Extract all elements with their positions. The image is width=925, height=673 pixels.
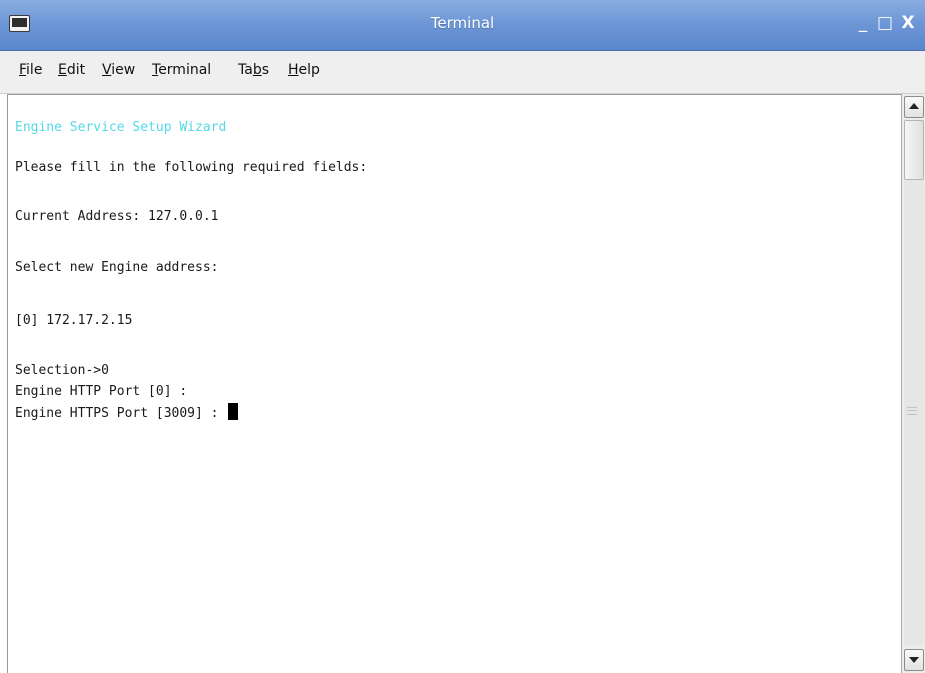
terminal-line-current-address: Current Address: 127.0.0.1 xyxy=(15,209,219,224)
terminal-line-instructions: Please fill in the following required fi… xyxy=(15,160,368,175)
menu-view[interactable]: View xyxy=(100,62,137,78)
terminal-line-https-port: Engine HTTPS Port [3009] : xyxy=(15,406,219,421)
maximize-button[interactable]: □ xyxy=(874,12,896,34)
scroll-up-button[interactable] xyxy=(904,96,924,118)
menu-edit-label: dit xyxy=(66,62,86,78)
menu-tabs-mnemonic: b xyxy=(252,62,262,78)
terminal-line-select-address: Select new Engine address: xyxy=(15,260,219,275)
menu-terminal-label: erminal xyxy=(158,62,212,78)
terminal-line-http-port: Engine HTTP Port [0] : xyxy=(15,384,188,399)
menu-edit[interactable]: Edit xyxy=(56,62,87,78)
terminal-line-selection: Selection->0 xyxy=(15,363,109,378)
menu-tabs[interactable]: Tabs xyxy=(236,62,271,78)
menu-file-label: ile xyxy=(26,62,43,78)
menu-help-label: elp xyxy=(298,62,320,78)
scroll-track[interactable] xyxy=(904,120,924,645)
menu-view-mnemonic: V xyxy=(102,62,112,78)
terminal-output[interactable]: Engine Service Setup Wizard Please fill … xyxy=(7,94,925,673)
grip-icon xyxy=(907,407,917,415)
wizard-heading: Engine Service Setup Wizard xyxy=(15,120,227,135)
menu-file-mnemonic: F xyxy=(19,62,27,78)
text-cursor xyxy=(228,403,239,420)
menu-tabs-label-pre: Ta xyxy=(238,62,253,78)
menu-help[interactable]: Help xyxy=(286,62,322,78)
scroll-thumb[interactable] xyxy=(904,120,924,180)
menu-tabs-label: s xyxy=(261,62,270,78)
arrow-up-icon xyxy=(909,103,919,109)
menu-terminal[interactable]: Terminal xyxy=(150,62,213,78)
minimize-button[interactable]: _ xyxy=(852,12,874,34)
vertical-scrollbar[interactable] xyxy=(901,94,925,673)
menu-edit-mnemonic: E xyxy=(58,62,67,78)
arrow-down-icon xyxy=(909,657,919,663)
close-button[interactable]: X xyxy=(897,12,919,34)
menu-help-mnemonic: H xyxy=(288,62,299,78)
terminal-line-address-option: [0] 172.17.2.15 xyxy=(15,313,133,328)
scroll-down-button[interactable] xyxy=(904,649,924,671)
menu-bar: File Edit View Terminal Tabs Help xyxy=(0,51,925,94)
window-title: Terminal xyxy=(430,14,495,32)
menu-file[interactable]: File xyxy=(17,62,44,78)
terminal-window: Terminal _ □ X File Edit View Terminal T… xyxy=(0,0,925,673)
terminal-text: Engine Service Setup Wizard Please fill … xyxy=(15,118,367,421)
title-bar[interactable]: Terminal _ □ X xyxy=(0,0,925,51)
menu-view-label: iew xyxy=(111,62,136,78)
terminal-prompt-line: Engine HTTPS Port [3009] : xyxy=(15,403,239,423)
